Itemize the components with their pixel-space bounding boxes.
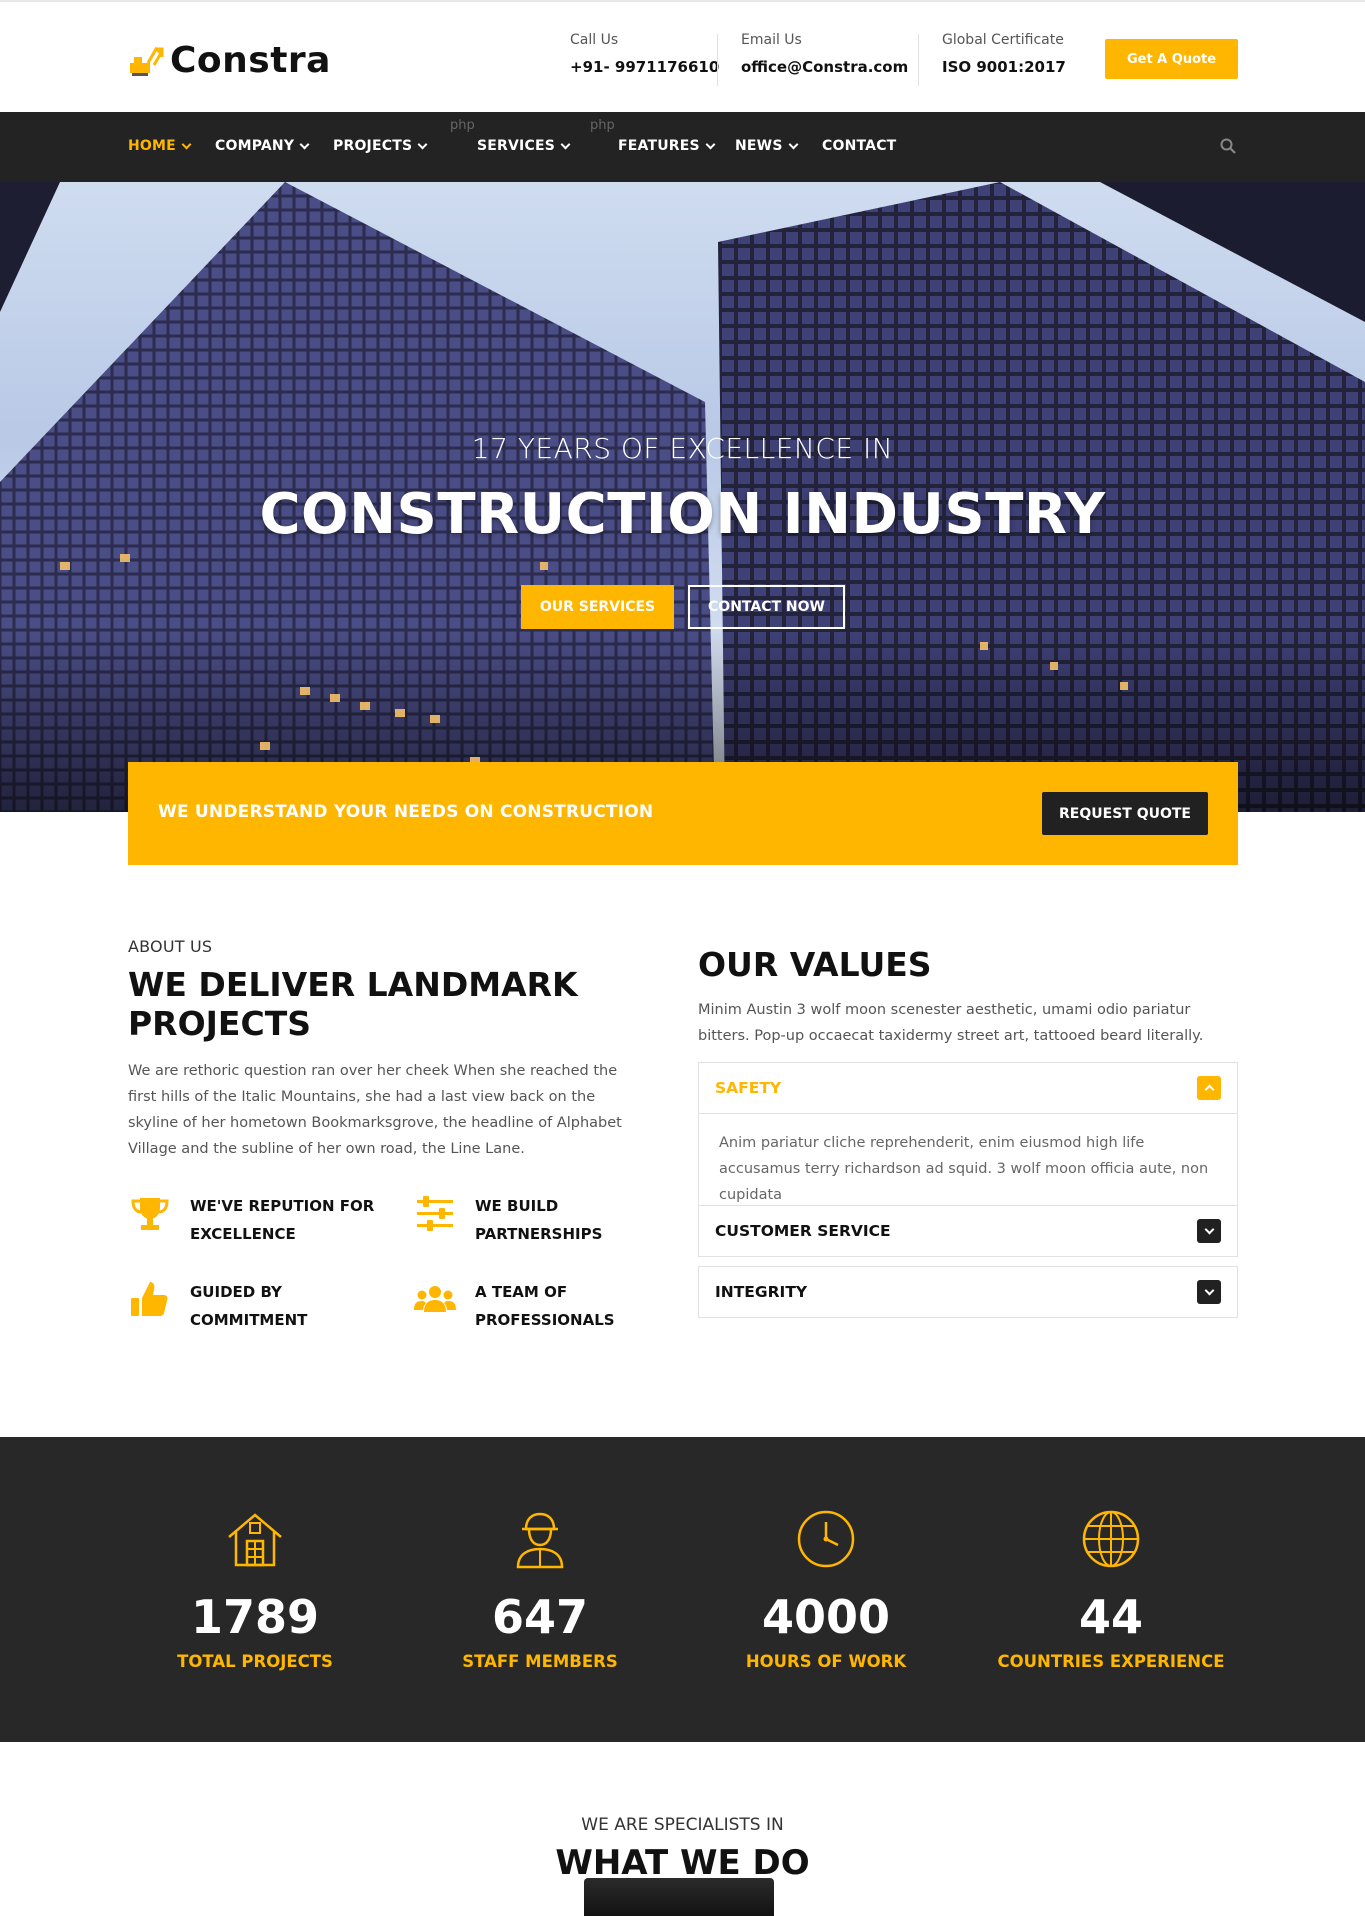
stat-number: 4000 <box>761 1590 891 1644</box>
about-title: WE DELIVER LANDMARK PROJECTS <box>128 965 578 1043</box>
sliders-icon <box>417 1196 453 1231</box>
main-nav: HOME COMPANY PROJECTS php SERVICES php F… <box>0 112 1365 182</box>
contact-now-button[interactable]: CONTACT NOW <box>688 585 845 629</box>
stat-label: STAFF MEMBERS <box>462 1652 618 1671</box>
feature-label: WE BUILD PARTNERSHIPS <box>475 1197 603 1243</box>
request-quote-button[interactable]: REQUEST QUOTE <box>1042 792 1208 835</box>
nav-item-label: FEATURES <box>618 138 700 154</box>
divider <box>918 34 919 86</box>
values-text: Minim Austin 3 wolf moon scenester aesth… <box>698 1002 1204 1044</box>
accordion-header[interactable]: CUSTOMER SERVICE <box>699 1206 1237 1256</box>
brand-logo[interactable]: Constra <box>128 40 331 81</box>
accordion-item-integrity: INTEGRITY <box>698 1266 1238 1318</box>
hero-subtitle: 17 YEARS OF EXCELLENCE IN <box>471 432 894 465</box>
nav-item-features[interactable]: FEATURES <box>618 138 716 154</box>
feature-item: WE'VE REPUTION FOR EXCELLENCE <box>128 1192 380 1248</box>
nav-item-projects[interactable]: PROJECTS <box>333 138 428 154</box>
hero-banner: 17 YEARS OF EXCELLENCE IN CONSTRUCTION I… <box>0 182 1365 812</box>
nav-item-services[interactable]: SERVICES <box>477 138 571 154</box>
excavator-logo-icon <box>130 46 164 76</box>
chevron-down-icon <box>181 139 192 149</box>
thumbs-up-icon <box>131 1282 168 1316</box>
our-services-button[interactable]: OUR SERVICES <box>521 585 674 629</box>
service-image <box>584 1878 774 1916</box>
top-header: Constra Call Us +91- 9971176610 Email Us… <box>0 0 1365 112</box>
globe-icon <box>1082 1510 1140 1568</box>
feature-label: WE'VE REPUTION FOR EXCELLENCE <box>190 1197 375 1243</box>
feature-item: WE BUILD PARTNERSHIPS <box>413 1192 665 1248</box>
nav-item-label: NEWS <box>735 138 783 154</box>
feature-label: GUIDED BY COMMITMENT <box>190 1283 308 1329</box>
stat-label: COUNTRIES EXPERIENCE <box>997 1652 1225 1671</box>
php-debug-text: php <box>590 118 615 133</box>
chevron-down-icon <box>299 139 310 149</box>
stats-section: 1789 TOTAL PROJECTS 647 STAFF MEMBERS 40… <box>0 1437 1365 1742</box>
chevron-down-icon <box>705 139 716 149</box>
accordion-item-customer-service: CUSTOMER SERVICE <box>698 1205 1238 1257</box>
brand-name: Constra <box>170 40 331 81</box>
certificate-value: ISO 9001:2017 <box>942 58 1066 76</box>
call-us-info: Call Us +91- 9971176610 <box>570 32 719 76</box>
chevron-down-icon <box>417 139 428 149</box>
certificate-info: Global Certificate ISO 9001:2017 <box>942 32 1066 76</box>
nav-item-home[interactable]: HOME <box>128 138 192 154</box>
nav-item-label: COMPANY <box>215 138 295 154</box>
nav-item-company[interactable]: COMPANY <box>215 138 310 154</box>
nav-item-news[interactable]: NEWS <box>735 138 799 154</box>
chevron-down-icon <box>788 139 799 149</box>
divider <box>717 34 718 86</box>
accordion-title: INTEGRITY <box>715 1283 808 1301</box>
email-us-address[interactable]: office@Constra.com <box>741 58 908 76</box>
nav-item-label: HOME <box>128 138 176 154</box>
php-debug-text: php <box>450 118 475 133</box>
about-text: We are rethoric question ran over her ch… <box>128 1063 622 1157</box>
chevron-down-icon <box>560 139 571 149</box>
search-icon[interactable] <box>1220 138 1236 154</box>
hero-title: CONSTRUCTION INDUSTRY <box>259 482 1106 547</box>
feature-label: A TEAM OF PROFESSIONALS <box>475 1283 615 1329</box>
what-we-do-title: WHAT WE DO <box>555 1843 810 1883</box>
accordion-title: SAFETY <box>715 1079 782 1097</box>
values-title: OUR VALUES <box>698 945 932 984</box>
stat-label: TOTAL PROJECTS <box>177 1652 333 1671</box>
chevron-down-icon[interactable] <box>1197 1219 1221 1243</box>
cta-text: WE UNDERSTAND YOUR NEEDS ON CONSTRUCTION <box>158 802 654 822</box>
nav-item-label: PROJECTS <box>333 138 413 154</box>
house-icon <box>228 1513 282 1567</box>
worker-icon <box>516 1512 564 1569</box>
chevron-up-icon[interactable] <box>1197 1076 1221 1100</box>
certificate-label: Global Certificate <box>942 32 1064 48</box>
nav-item-contact[interactable]: CONTACT <box>822 138 896 154</box>
trophy-icon <box>131 1198 169 1230</box>
accordion-header[interactable]: SAFETY <box>699 1063 1237 1113</box>
email-us-info: Email Us office@Constra.com <box>741 32 908 76</box>
accordion-header[interactable]: INTEGRITY <box>699 1267 1237 1317</box>
about-kicker: ABOUT US <box>128 937 213 956</box>
get-quote-button[interactable]: Get A Quote <box>1105 39 1238 79</box>
nav-item-label: CONTACT <box>822 138 897 154</box>
feature-item: A TEAM OF PROFESSIONALS <box>413 1278 665 1334</box>
stat-number: 1789 <box>190 1590 320 1644</box>
clock-icon <box>797 1510 855 1568</box>
accordion-title: CUSTOMER SERVICE <box>715 1222 891 1240</box>
users-icon <box>414 1286 456 1312</box>
nav-item-label: SERVICES <box>477 138 555 154</box>
stat-label: HOURS OF WORK <box>745 1652 907 1671</box>
email-us-label: Email Us <box>741 32 802 48</box>
call-us-number[interactable]: +91- 9971176610 <box>570 58 719 76</box>
stat-number: 647 <box>491 1590 589 1644</box>
what-we-do-kicker: WE ARE SPECIALISTS IN <box>581 1815 784 1835</box>
call-us-label: Call Us <box>570 32 619 48</box>
stat-number: 44 <box>1078 1590 1143 1644</box>
chevron-down-icon[interactable] <box>1197 1280 1221 1304</box>
feature-item: GUIDED BY COMMITMENT <box>128 1278 380 1334</box>
accordion-item-safety: SAFETY Anim pariatur cliche reprehenderi… <box>698 1062 1238 1225</box>
cta-bar: WE UNDERSTAND YOUR NEEDS ON CONSTRUCTION… <box>128 762 1238 865</box>
